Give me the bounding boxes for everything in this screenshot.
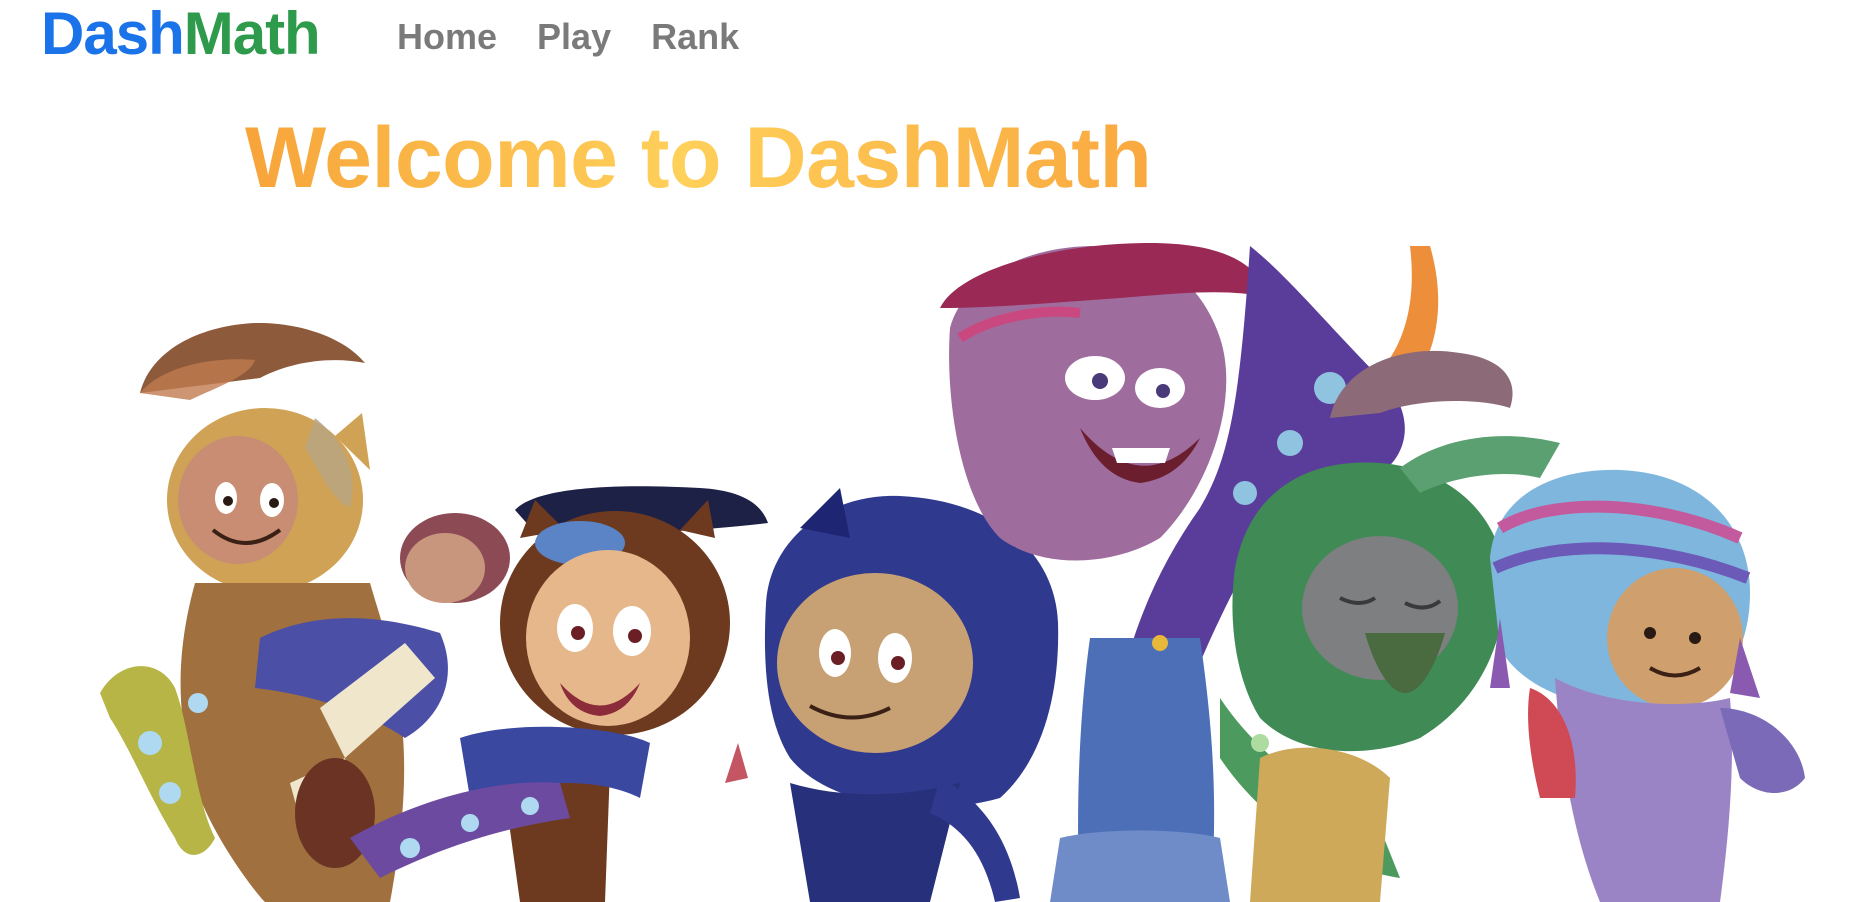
nav-links: Home Play Rank <box>397 16 739 58</box>
nav-home-link[interactable]: Home <box>397 16 497 58</box>
top-navbar: DashMath Home Play Rank <box>0 0 1861 70</box>
ninja-cat-icon <box>725 488 1059 902</box>
winter-hat-cat-icon <box>1490 469 1805 902</box>
welcome-title: Welcome to DashMath <box>245 110 1152 206</box>
brand-dash: Dash <box>41 0 185 67</box>
nav-rank-link[interactable]: Rank <box>651 16 739 58</box>
hero-characters-image <box>100 243 1805 902</box>
nav-play-link[interactable]: Play <box>537 16 611 58</box>
brand-math: Math <box>183 0 321 67</box>
brand-logo[interactable]: DashMath <box>41 4 321 64</box>
